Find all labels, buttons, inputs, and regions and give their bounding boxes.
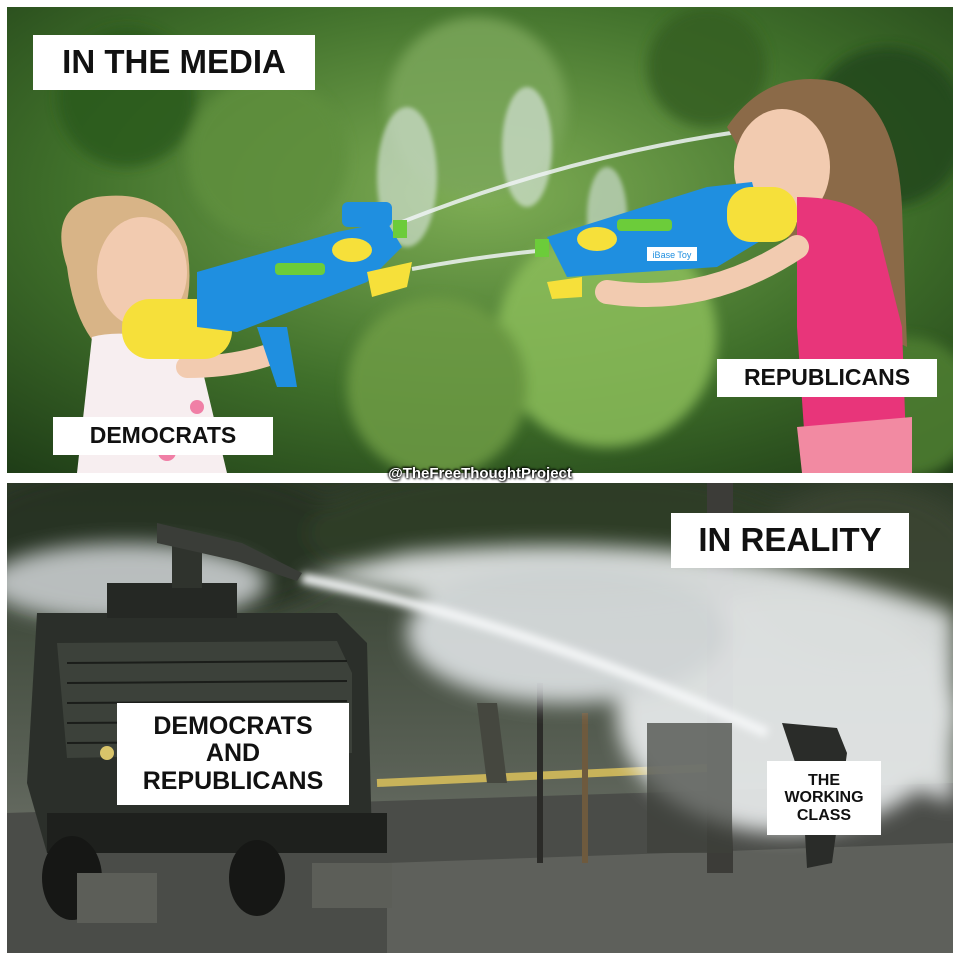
label-democrats-and-republicans: DEMOCRATS AND REPUBLICANS xyxy=(117,703,349,805)
caption-in-the-media: IN THE MEDIA xyxy=(33,35,315,90)
media-photo-panel: iBase Toy IN THE MEDIA DEMOCRATS REPUBLI… xyxy=(7,7,953,473)
label-democrats: DEMOCRATS xyxy=(53,417,273,455)
label-working-class: THE WORKING CLASS xyxy=(767,761,881,835)
label-republicans: REPUBLICANS xyxy=(717,359,937,397)
caption-in-reality: IN REALITY xyxy=(671,513,909,568)
reality-photo-panel: IN REALITY DEMOCRATS AND REPUBLICANS THE… xyxy=(7,483,953,953)
toy-brand-text: iBase Toy xyxy=(653,250,692,260)
watermark-handle: @TheFreeThoughtProject xyxy=(388,465,572,482)
